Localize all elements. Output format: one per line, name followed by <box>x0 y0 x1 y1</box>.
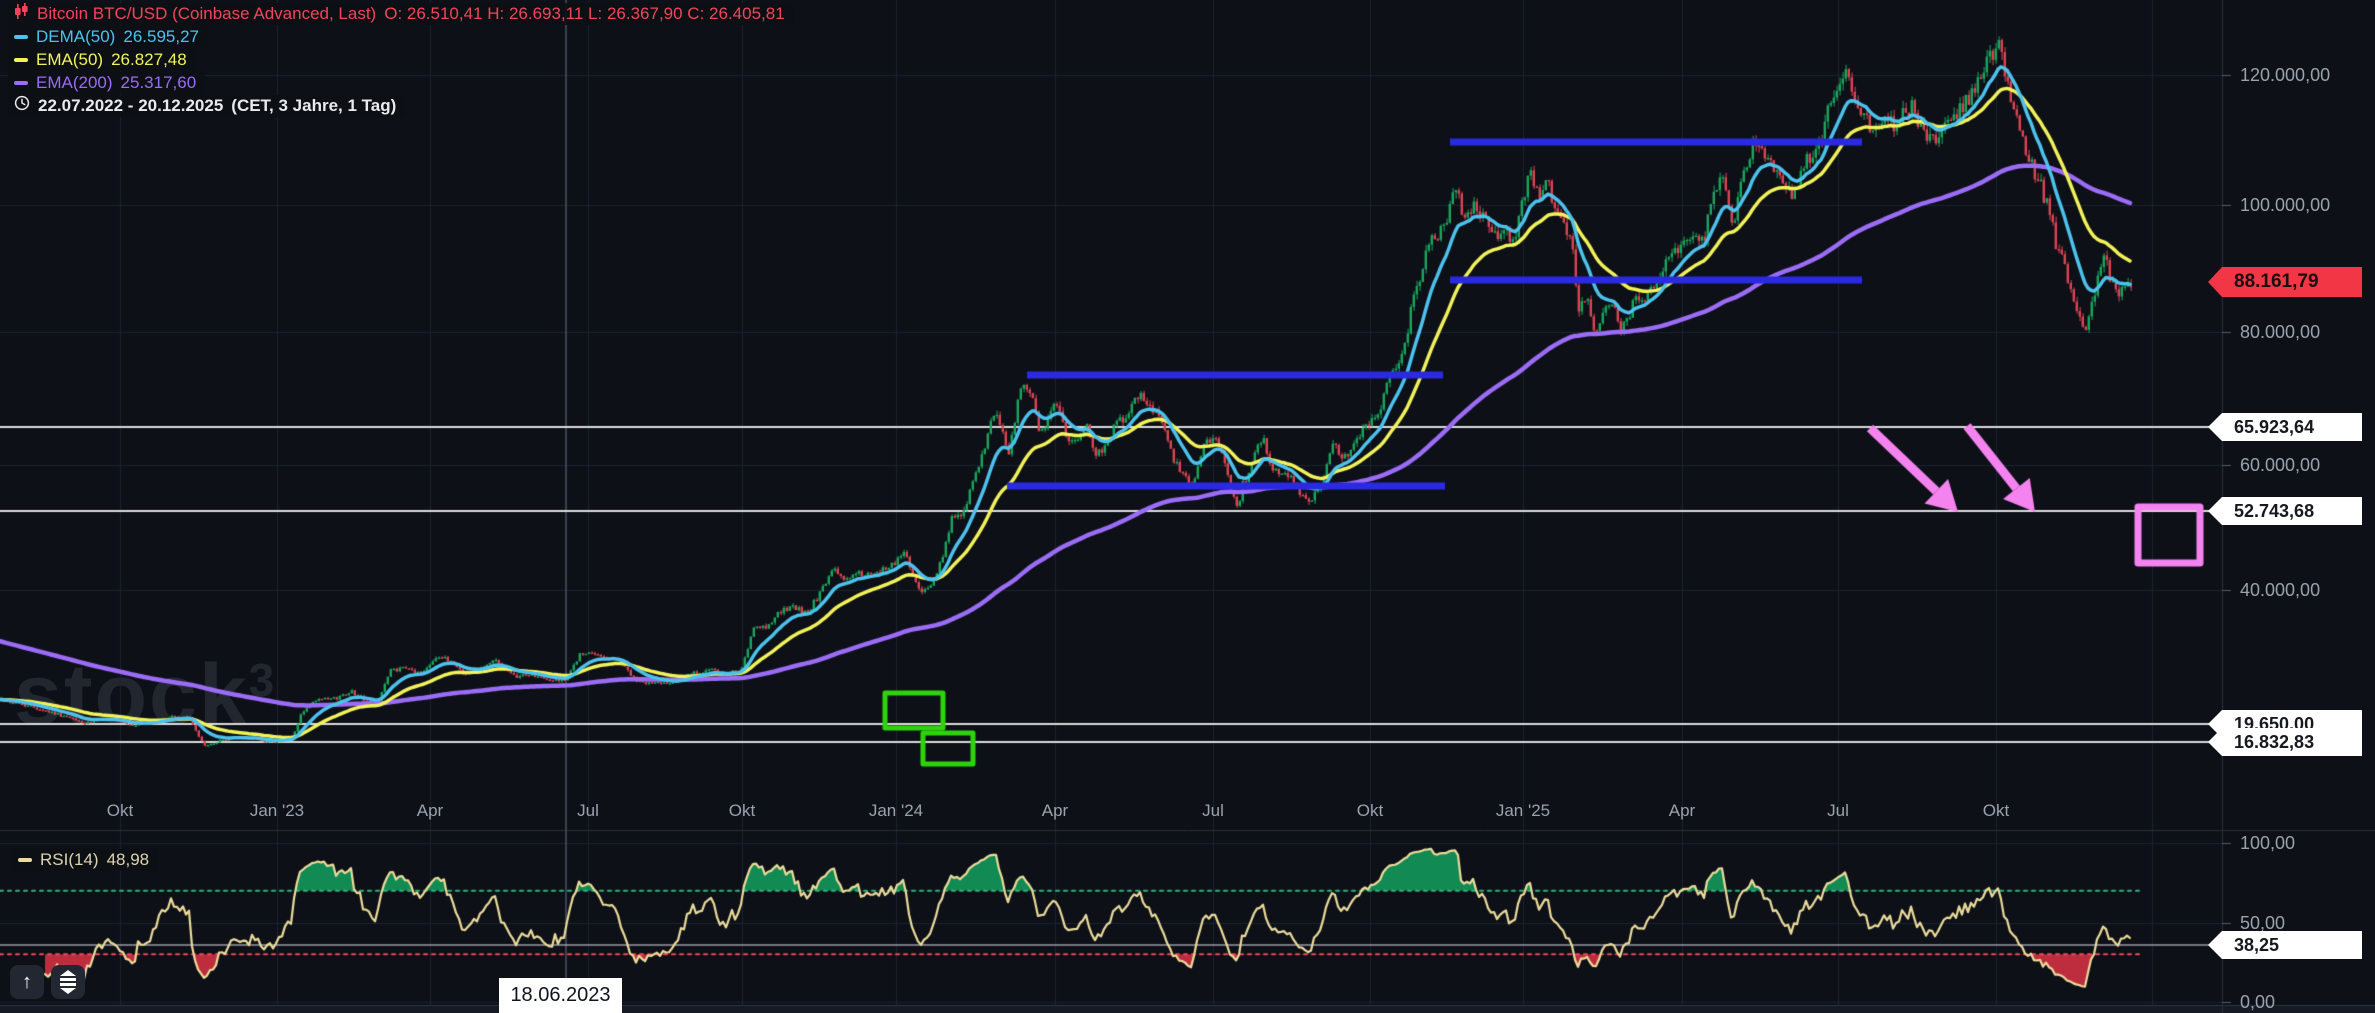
price-line-badge: 16.832,83 <box>2208 728 2362 756</box>
indicator-name: EMA(200) <box>36 73 113 93</box>
time-tick-label: Okt <box>107 801 133 821</box>
price-line-badge: 65.923,64 <box>2208 413 2362 441</box>
scroll-up-button[interactable]: ↑ <box>10 965 44 999</box>
time-tick-label: Jul <box>1202 801 1224 821</box>
time-tick-label: Jan '24 <box>869 801 923 821</box>
indicator-row-ema50[interactable]: EMA(50) 26.827,48 <box>8 49 196 71</box>
time-tick-label: Apr <box>1042 801 1068 821</box>
price-tick-label: 80.000,00 <box>2240 321 2370 343</box>
date-range-row[interactable]: 22.07.2022 - 20.12.2025 (CET, 3 Jahre, 1… <box>8 95 405 117</box>
indicator-row-dema50[interactable]: DEMA(50) 26.595,27 <box>8 26 208 48</box>
price-tick-label: 60.000,00 <box>2240 454 2370 476</box>
indicator-name: DEMA(50) <box>36 27 115 47</box>
indicator-row-ema200[interactable]: EMA(200) 25.317,60 <box>8 72 205 94</box>
time-tick-label: Jul <box>1827 801 1849 821</box>
price-line-badge: 52.743,68 <box>2208 497 2362 525</box>
auto-scale-button[interactable] <box>51 965 85 999</box>
time-tick-label: Apr <box>1669 801 1695 821</box>
main-legend: Bitcoin BTC/USD (Coinbase Advanced, Last… <box>8 3 794 118</box>
indicator-value: 26.827,48 <box>111 50 187 70</box>
rsi-value-badge: 38,25 <box>2208 931 2362 959</box>
crosshair-date-label: 18.06.2023 <box>499 978 622 1013</box>
price-chart-canvas[interactable] <box>0 0 2375 1013</box>
price-tick-label: 40.000,00 <box>2240 579 2370 601</box>
unfold-icon <box>60 970 76 994</box>
chart-window: stock3 Bitcoin BTC/USD (Coinbase Advance… <box>0 0 2375 1013</box>
indicator-value: 26.595,27 <box>123 27 199 47</box>
time-tick-label: Okt <box>1357 801 1383 821</box>
price-tick-label: 100.000,00 <box>2240 194 2370 216</box>
time-tick-label: Jul <box>577 801 599 821</box>
time-tick-label: Okt <box>1983 801 2009 821</box>
rsi-tick-label: 50,00 <box>2240 912 2370 934</box>
symbol-legend-row[interactable]: Bitcoin BTC/USD (Coinbase Advanced, Last… <box>8 3 794 25</box>
timezone-timeframe: (CET, 3 Jahre, 1 Tag) <box>231 96 396 116</box>
indicator-value: 25.317,60 <box>121 73 197 93</box>
time-tick-label: Apr <box>417 801 443 821</box>
rsi-tick-label: 0,00 <box>2240 991 2370 1013</box>
symbol-title: Bitcoin BTC/USD (Coinbase Advanced, Last… <box>37 4 376 24</box>
ohlc-values: O: 26.510,41 H: 26.693,11 L: 26.367,90 C… <box>384 4 784 24</box>
price-tick-label: 120.000,00 <box>2240 64 2370 86</box>
rsi-value: 48,98 <box>107 850 150 870</box>
candlestick-icon <box>14 3 29 25</box>
time-tick-label: Jan '23 <box>250 801 304 821</box>
arrow-up-icon: ↑ <box>22 971 32 994</box>
last-price-badge: 88.161,79 <box>2208 267 2362 297</box>
rsi-swatch-icon <box>18 858 32 862</box>
ema200-swatch-icon <box>14 81 28 85</box>
time-tick-label: Okt <box>729 801 755 821</box>
time-tick-label: Jan '25 <box>1496 801 1550 821</box>
rsi-name: RSI(14) <box>40 850 99 870</box>
rsi-legend[interactable]: RSI(14) 48,98 <box>12 849 158 872</box>
ema50-swatch-icon <box>14 58 28 62</box>
visible-date-range: 22.07.2022 - 20.12.2025 <box>38 96 223 116</box>
indicator-name: EMA(50) <box>36 50 103 70</box>
rsi-tick-label: 100,00 <box>2240 832 2370 854</box>
dema-swatch-icon <box>14 35 28 39</box>
clock-icon <box>14 95 30 116</box>
